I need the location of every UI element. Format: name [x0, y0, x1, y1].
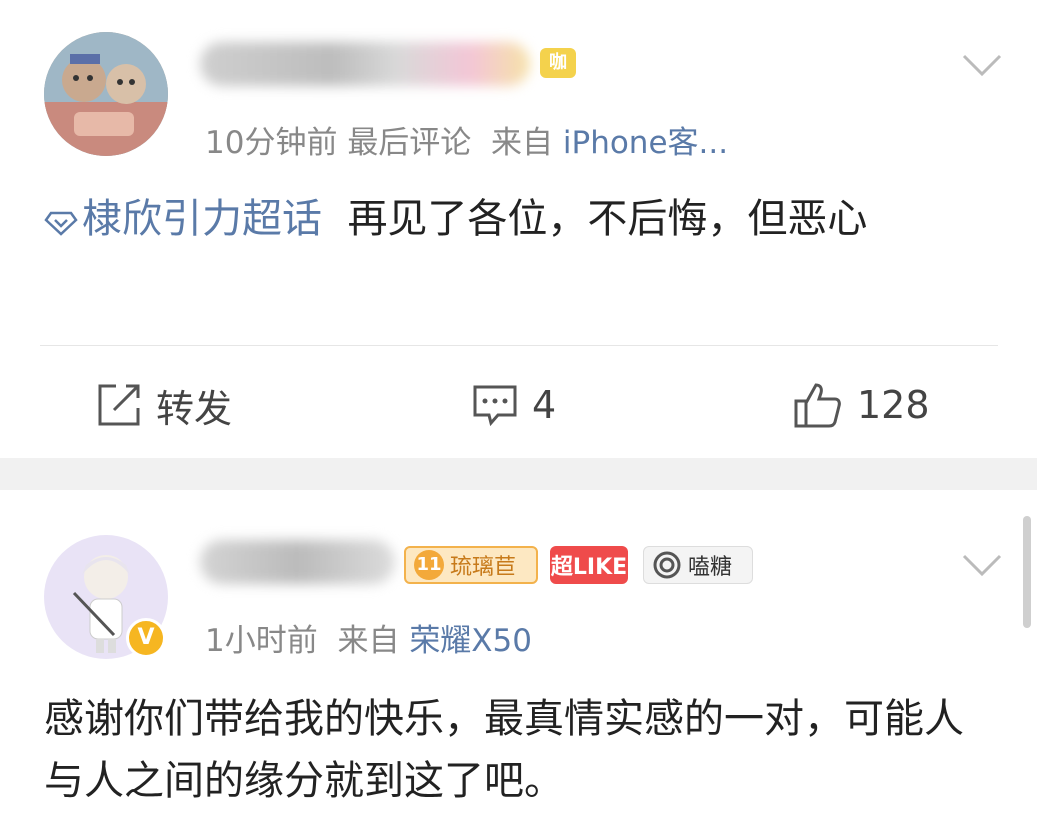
- repost-label: 转发: [156, 386, 233, 431]
- fan-level-badge[interactable]: 11 琉璃苣: [404, 546, 538, 584]
- verified-badge: V: [126, 618, 166, 658]
- tang-label: 嗑糖: [688, 555, 733, 580]
- divider: [40, 345, 998, 346]
- post-separator: [0, 458, 1037, 490]
- topic-label: 棣欣引力超话: [82, 196, 322, 242]
- diamond-icon: [44, 211, 78, 236]
- avatar-image: [44, 32, 168, 156]
- lollipop-icon: [653, 551, 681, 579]
- post-meta: 1小时前 来自 荣耀X50: [205, 615, 532, 660]
- vip-badge: 咖: [540, 48, 576, 78]
- username-blurred[interactable]: [200, 42, 530, 86]
- topic-link[interactable]: 棣欣引力超话: [44, 196, 322, 242]
- last-comment-label: 最后评论: [347, 125, 472, 161]
- repost-button[interactable]: 转发: [96, 380, 233, 431]
- post-text: 再见了各位，不后悔，但恶心: [347, 196, 868, 242]
- comment-button[interactable]: 4: [472, 380, 556, 430]
- from-label: 来自: [337, 623, 400, 659]
- fan-level-label: 琉璃苣: [450, 555, 517, 580]
- avatar[interactable]: [44, 32, 168, 156]
- post-card: 咖 10分钟前 最后评论 来自 iPhone客... 棣欣引力超话 再见了各位，…: [0, 0, 1037, 458]
- comment-icon: [473, 385, 517, 426]
- super-like-badge[interactable]: 超LIKE: [550, 546, 628, 584]
- username-blurred[interactable]: [200, 540, 395, 584]
- fan-level-number: 11: [414, 550, 444, 580]
- chevron-down-icon[interactable]: [962, 50, 1002, 80]
- thumbs-up-icon: [794, 383, 841, 428]
- share-edit-icon: [98, 384, 140, 426]
- post-body: 棣欣引力超话 再见了各位，不后悔，但恶心: [44, 188, 994, 250]
- avatar[interactable]: [44, 535, 168, 659]
- tang-badge[interactable]: 嗑糖: [643, 546, 753, 584]
- source-device[interactable]: 荣耀X50: [409, 623, 532, 659]
- from-label: 来自: [491, 125, 554, 161]
- post-meta: 10分钟前 最后评论 来自 iPhone客...: [205, 117, 728, 162]
- comment-count: 4: [532, 383, 557, 427]
- post-text: 感谢你们带给我的快乐，最真情实感的一对，可能人与人之间的缘分就到这了吧。: [44, 696, 964, 804]
- post-body: 感谢你们带给我的快乐，最真情实感的一对，可能人与人之间的缘分就到这了吧。: [44, 688, 994, 812]
- post-time: 1小时前: [205, 623, 318, 659]
- source-device[interactable]: iPhone客...: [563, 125, 728, 161]
- avatar-image: [44, 535, 168, 659]
- like-count: 128: [857, 383, 930, 427]
- like-button[interactable]: 128: [793, 380, 930, 430]
- post-time: 10分钟前: [205, 125, 338, 161]
- chevron-down-icon[interactable]: [962, 550, 1002, 580]
- scrollbar[interactable]: [1023, 516, 1031, 628]
